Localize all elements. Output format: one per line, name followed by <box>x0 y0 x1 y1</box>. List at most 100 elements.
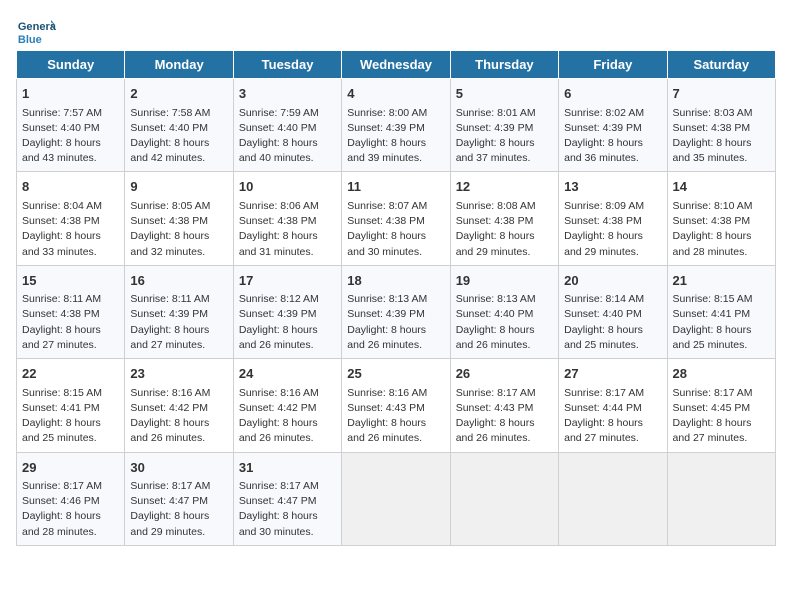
calendar-cell: 30Sunrise: 8:17 AM Sunset: 4:47 PM Dayli… <box>125 452 233 545</box>
calendar-cell: 2Sunrise: 7:58 AM Sunset: 4:40 PM Daylig… <box>125 79 233 172</box>
day-info: Sunrise: 8:16 AM Sunset: 4:42 PM Dayligh… <box>239 386 336 447</box>
day-number: 5 <box>456 84 553 104</box>
day-info: Sunrise: 8:06 AM Sunset: 4:38 PM Dayligh… <box>239 199 336 260</box>
day-number: 3 <box>239 84 336 104</box>
day-number: 16 <box>130 271 227 291</box>
day-info: Sunrise: 8:12 AM Sunset: 4:39 PM Dayligh… <box>239 292 336 353</box>
calendar-cell: 26Sunrise: 8:17 AM Sunset: 4:43 PM Dayli… <box>450 359 558 452</box>
day-number: 14 <box>673 177 770 197</box>
day-info: Sunrise: 8:16 AM Sunset: 4:43 PM Dayligh… <box>347 386 444 447</box>
day-number: 1 <box>22 84 119 104</box>
calendar-cell: 13Sunrise: 8:09 AM Sunset: 4:38 PM Dayli… <box>559 172 667 265</box>
day-info: Sunrise: 8:11 AM Sunset: 4:39 PM Dayligh… <box>130 292 227 353</box>
day-number: 15 <box>22 271 119 291</box>
calendar-cell: 31Sunrise: 8:17 AM Sunset: 4:47 PM Dayli… <box>233 452 341 545</box>
calendar-cell: 1Sunrise: 7:57 AM Sunset: 4:40 PM Daylig… <box>17 79 125 172</box>
day-info: Sunrise: 8:00 AM Sunset: 4:39 PM Dayligh… <box>347 106 444 167</box>
day-number: 27 <box>564 364 661 384</box>
calendar-cell: 9Sunrise: 8:05 AM Sunset: 4:38 PM Daylig… <box>125 172 233 265</box>
weekday-header-monday: Monday <box>125 51 233 79</box>
page-header: General Blue <box>16 16 776 46</box>
calendar-cell: 15Sunrise: 8:11 AM Sunset: 4:38 PM Dayli… <box>17 265 125 358</box>
day-number: 19 <box>456 271 553 291</box>
day-number: 23 <box>130 364 227 384</box>
day-number: 24 <box>239 364 336 384</box>
weekday-header-wednesday: Wednesday <box>342 51 450 79</box>
calendar-cell: 27Sunrise: 8:17 AM Sunset: 4:44 PM Dayli… <box>559 359 667 452</box>
day-info: Sunrise: 8:13 AM Sunset: 4:39 PM Dayligh… <box>347 292 444 353</box>
day-info: Sunrise: 8:03 AM Sunset: 4:38 PM Dayligh… <box>673 106 770 167</box>
logo: General Blue <box>16 16 60 46</box>
day-info: Sunrise: 8:17 AM Sunset: 4:44 PM Dayligh… <box>564 386 661 447</box>
calendar-cell: 22Sunrise: 8:15 AM Sunset: 4:41 PM Dayli… <box>17 359 125 452</box>
calendar-cell: 29Sunrise: 8:17 AM Sunset: 4:46 PM Dayli… <box>17 452 125 545</box>
day-info: Sunrise: 8:02 AM Sunset: 4:39 PM Dayligh… <box>564 106 661 167</box>
day-info: Sunrise: 8:08 AM Sunset: 4:38 PM Dayligh… <box>456 199 553 260</box>
day-info: Sunrise: 8:17 AM Sunset: 4:46 PM Dayligh… <box>22 479 119 540</box>
day-info: Sunrise: 8:17 AM Sunset: 4:47 PM Dayligh… <box>130 479 227 540</box>
calendar-cell: 28Sunrise: 8:17 AM Sunset: 4:45 PM Dayli… <box>667 359 775 452</box>
day-info: Sunrise: 8:05 AM Sunset: 4:38 PM Dayligh… <box>130 199 227 260</box>
day-info: Sunrise: 8:17 AM Sunset: 4:45 PM Dayligh… <box>673 386 770 447</box>
calendar-cell <box>667 452 775 545</box>
day-number: 10 <box>239 177 336 197</box>
day-info: Sunrise: 7:57 AM Sunset: 4:40 PM Dayligh… <box>22 106 119 167</box>
day-number: 21 <box>673 271 770 291</box>
day-info: Sunrise: 8:13 AM Sunset: 4:40 PM Dayligh… <box>456 292 553 353</box>
day-info: Sunrise: 8:07 AM Sunset: 4:38 PM Dayligh… <box>347 199 444 260</box>
day-number: 22 <box>22 364 119 384</box>
day-info: Sunrise: 8:10 AM Sunset: 4:38 PM Dayligh… <box>673 199 770 260</box>
weekday-header-friday: Friday <box>559 51 667 79</box>
day-number: 30 <box>130 458 227 478</box>
day-info: Sunrise: 8:17 AM Sunset: 4:43 PM Dayligh… <box>456 386 553 447</box>
day-info: Sunrise: 8:09 AM Sunset: 4:38 PM Dayligh… <box>564 199 661 260</box>
day-number: 7 <box>673 84 770 104</box>
weekday-header-thursday: Thursday <box>450 51 558 79</box>
calendar-cell <box>559 452 667 545</box>
day-info: Sunrise: 8:04 AM Sunset: 4:38 PM Dayligh… <box>22 199 119 260</box>
calendar-cell: 21Sunrise: 8:15 AM Sunset: 4:41 PM Dayli… <box>667 265 775 358</box>
calendar-cell: 10Sunrise: 8:06 AM Sunset: 4:38 PM Dayli… <box>233 172 341 265</box>
day-number: 29 <box>22 458 119 478</box>
calendar-cell: 5Sunrise: 8:01 AM Sunset: 4:39 PM Daylig… <box>450 79 558 172</box>
calendar-cell: 19Sunrise: 8:13 AM Sunset: 4:40 PM Dayli… <box>450 265 558 358</box>
calendar-cell: 3Sunrise: 7:59 AM Sunset: 4:40 PM Daylig… <box>233 79 341 172</box>
calendar-cell: 11Sunrise: 8:07 AM Sunset: 4:38 PM Dayli… <box>342 172 450 265</box>
day-info: Sunrise: 7:59 AM Sunset: 4:40 PM Dayligh… <box>239 106 336 167</box>
day-number: 20 <box>564 271 661 291</box>
day-number: 17 <box>239 271 336 291</box>
calendar-cell: 20Sunrise: 8:14 AM Sunset: 4:40 PM Dayli… <box>559 265 667 358</box>
svg-text:General: General <box>18 21 56 33</box>
day-number: 4 <box>347 84 444 104</box>
day-number: 2 <box>130 84 227 104</box>
calendar-cell: 4Sunrise: 8:00 AM Sunset: 4:39 PM Daylig… <box>342 79 450 172</box>
day-number: 18 <box>347 271 444 291</box>
day-info: Sunrise: 7:58 AM Sunset: 4:40 PM Dayligh… <box>130 106 227 167</box>
calendar-cell: 6Sunrise: 8:02 AM Sunset: 4:39 PM Daylig… <box>559 79 667 172</box>
day-number: 8 <box>22 177 119 197</box>
day-info: Sunrise: 8:16 AM Sunset: 4:42 PM Dayligh… <box>130 386 227 447</box>
day-number: 12 <box>456 177 553 197</box>
day-number: 25 <box>347 364 444 384</box>
day-info: Sunrise: 8:15 AM Sunset: 4:41 PM Dayligh… <box>22 386 119 447</box>
calendar-cell: 24Sunrise: 8:16 AM Sunset: 4:42 PM Dayli… <box>233 359 341 452</box>
day-info: Sunrise: 8:17 AM Sunset: 4:47 PM Dayligh… <box>239 479 336 540</box>
weekday-header-sunday: Sunday <box>17 51 125 79</box>
calendar-cell: 12Sunrise: 8:08 AM Sunset: 4:38 PM Dayli… <box>450 172 558 265</box>
day-number: 26 <box>456 364 553 384</box>
calendar-cell <box>342 452 450 545</box>
day-number: 6 <box>564 84 661 104</box>
calendar-cell: 8Sunrise: 8:04 AM Sunset: 4:38 PM Daylig… <box>17 172 125 265</box>
day-number: 28 <box>673 364 770 384</box>
calendar-cell: 17Sunrise: 8:12 AM Sunset: 4:39 PM Dayli… <box>233 265 341 358</box>
calendar-cell: 7Sunrise: 8:03 AM Sunset: 4:38 PM Daylig… <box>667 79 775 172</box>
calendar-cell: 18Sunrise: 8:13 AM Sunset: 4:39 PM Dayli… <box>342 265 450 358</box>
calendar-cell: 23Sunrise: 8:16 AM Sunset: 4:42 PM Dayli… <box>125 359 233 452</box>
day-number: 31 <box>239 458 336 478</box>
day-number: 11 <box>347 177 444 197</box>
day-info: Sunrise: 8:01 AM Sunset: 4:39 PM Dayligh… <box>456 106 553 167</box>
day-info: Sunrise: 8:14 AM Sunset: 4:40 PM Dayligh… <box>564 292 661 353</box>
day-number: 9 <box>130 177 227 197</box>
svg-text:Blue: Blue <box>18 34 42 46</box>
weekday-header-tuesday: Tuesday <box>233 51 341 79</box>
